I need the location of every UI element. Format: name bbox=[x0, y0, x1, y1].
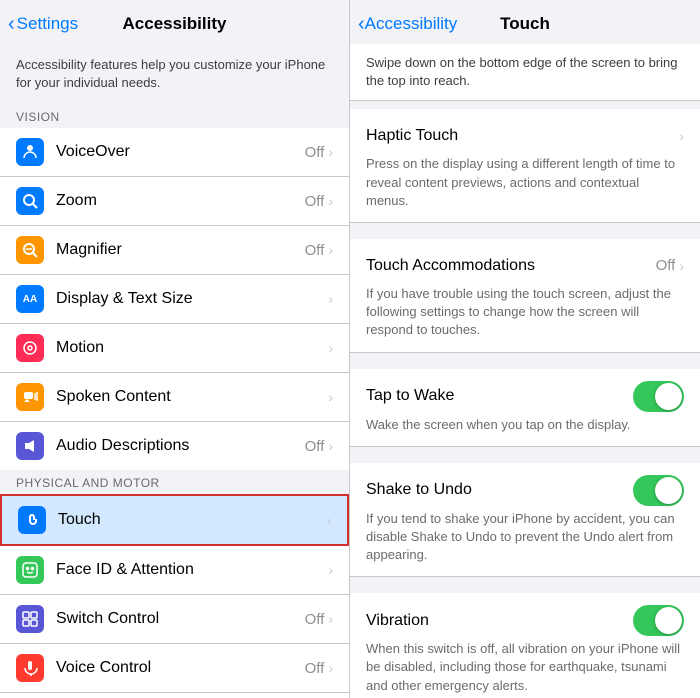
touch-chevron-icon: › bbox=[326, 512, 331, 528]
list-item-magnifier[interactable]: Magnifier Off › bbox=[0, 226, 349, 275]
audio-value: Off bbox=[305, 438, 325, 455]
voiceover-icon bbox=[16, 138, 44, 166]
touch-accommodations-chevron-icon: › bbox=[679, 258, 684, 274]
voiceover-label: VoiceOver bbox=[56, 143, 130, 161]
tap-to-wake-toggle[interactable] bbox=[633, 381, 684, 412]
right-top-description: Swipe down on the bottom edge of the scr… bbox=[350, 44, 700, 101]
left-back-chevron-icon: ‹ bbox=[8, 13, 15, 36]
switch-chevron-icon: › bbox=[328, 611, 333, 627]
voiceover-chevron-icon: › bbox=[328, 144, 333, 160]
haptic-touch-label: Haptic Touch bbox=[366, 127, 458, 145]
right-panel: ‹ Accessibility Touch Swipe down on the … bbox=[350, 0, 700, 698]
magnifier-icon bbox=[16, 236, 44, 264]
right-gap-1 bbox=[350, 223, 700, 239]
list-item-zoom[interactable]: Zoom Off › bbox=[0, 177, 349, 226]
right-nav-title: Touch bbox=[500, 14, 550, 34]
touch-label: Touch bbox=[58, 511, 101, 529]
left-back-button[interactable]: ‹ Settings bbox=[8, 13, 78, 36]
left-nav-title: Accessibility bbox=[123, 14, 227, 34]
switch-icon bbox=[16, 605, 44, 633]
vibration-label: Vibration bbox=[366, 612, 429, 630]
vibration-desc: When this switch is off, all vibration o… bbox=[366, 640, 684, 695]
magnifier-chevron-icon: › bbox=[328, 242, 333, 258]
motion-chevron-icon: › bbox=[328, 340, 333, 356]
list-item-voiceover[interactable]: VoiceOver Off › bbox=[0, 128, 349, 177]
right-item-shake-to-undo[interactable]: Shake to Undo If you tend to shake your … bbox=[350, 463, 700, 578]
right-item-vibration[interactable]: Vibration When this switch is off, all v… bbox=[350, 593, 700, 698]
magnifier-value: Off bbox=[305, 242, 325, 259]
spoken-label: Spoken Content bbox=[56, 388, 171, 406]
right-item-tap-to-wake[interactable]: Tap to Wake Wake the screen when you tap… bbox=[350, 369, 700, 447]
list-item-motion[interactable]: Motion › bbox=[0, 324, 349, 373]
voice-value: Off bbox=[305, 660, 325, 677]
tap-to-wake-label: Tap to Wake bbox=[366, 387, 454, 405]
shake-to-undo-toggle[interactable] bbox=[633, 475, 684, 506]
haptic-touch-chevron-icon: › bbox=[679, 128, 684, 144]
list-item-faceid[interactable]: Face ID & Attention › bbox=[0, 546, 349, 595]
list-item-audio[interactable]: Audio Descriptions Off › bbox=[0, 422, 349, 470]
zoom-chevron-icon: › bbox=[328, 193, 333, 209]
touch-accommodations-label: Touch Accommodations bbox=[366, 257, 535, 275]
right-nav-bar: ‹ Accessibility Touch bbox=[350, 0, 700, 44]
list-item-display[interactable]: AA Display & Text Size › bbox=[0, 275, 349, 324]
zoom-value: Off bbox=[305, 193, 325, 210]
motion-label: Motion bbox=[56, 339, 104, 357]
shake-to-undo-desc: If you tend to shake your iPhone by acci… bbox=[366, 510, 684, 565]
right-back-chevron-icon: ‹ bbox=[358, 13, 365, 36]
magnifier-label: Magnifier bbox=[56, 241, 122, 259]
vision-list: VoiceOver Off › Zoom Off › bbox=[0, 128, 349, 470]
list-item-side[interactable]: Side Button › bbox=[0, 693, 349, 698]
vibration-toggle[interactable] bbox=[633, 605, 684, 636]
physical-list: Touch › Face ID & Attention › Swit bbox=[0, 494, 349, 698]
display-icon: AA bbox=[16, 285, 44, 313]
right-item-touch-accommodations[interactable]: Touch Accommodations Off › If you have t… bbox=[350, 239, 700, 353]
list-item-touch[interactable]: Touch › bbox=[0, 494, 349, 546]
voice-chevron-icon: › bbox=[328, 660, 333, 676]
section-header-physical: PHYSICAL AND MOTOR bbox=[0, 470, 349, 494]
voiceover-value: Off bbox=[305, 144, 325, 161]
zoom-label: Zoom bbox=[56, 192, 97, 210]
switch-label: Switch Control bbox=[56, 610, 159, 628]
right-back-button[interactable]: ‹ Accessibility bbox=[358, 13, 457, 36]
tap-to-wake-desc: Wake the screen when you tap on the disp… bbox=[366, 416, 684, 434]
faceid-label: Face ID & Attention bbox=[56, 561, 194, 579]
spoken-chevron-icon: › bbox=[328, 389, 333, 405]
left-back-label: Settings bbox=[17, 14, 78, 34]
right-item-haptic-touch[interactable]: Haptic Touch › Press on the display usin… bbox=[350, 109, 700, 223]
audio-chevron-icon: › bbox=[328, 438, 333, 454]
zoom-icon bbox=[16, 187, 44, 215]
faceid-icon bbox=[16, 556, 44, 584]
audio-icon bbox=[16, 432, 44, 460]
touch-icon bbox=[18, 506, 46, 534]
touch-accommodations-value: Off bbox=[656, 257, 676, 274]
left-panel: ‹ Settings Accessibility Accessibility f… bbox=[0, 0, 350, 698]
list-item-voice[interactable]: Voice Control Off › bbox=[0, 644, 349, 693]
faceid-chevron-icon: › bbox=[328, 562, 333, 578]
right-gap-0 bbox=[350, 101, 700, 109]
section-header-vision: VISION bbox=[0, 104, 349, 128]
voice-label: Voice Control bbox=[56, 659, 151, 677]
right-back-label: Accessibility bbox=[365, 14, 458, 34]
left-description: Accessibility features help you customiz… bbox=[0, 44, 349, 104]
right-gap-3 bbox=[350, 447, 700, 463]
list-item-switch[interactable]: Switch Control Off › bbox=[0, 595, 349, 644]
display-chevron-icon: › bbox=[328, 291, 333, 307]
audio-label: Audio Descriptions bbox=[56, 437, 189, 455]
left-nav-bar: ‹ Settings Accessibility bbox=[0, 0, 349, 44]
shake-to-undo-label: Shake to Undo bbox=[366, 481, 472, 499]
haptic-touch-desc: Press on the display using a different l… bbox=[366, 155, 684, 210]
right-content: Swipe down on the bottom edge of the scr… bbox=[350, 44, 700, 698]
motion-icon bbox=[16, 334, 44, 362]
display-label: Display & Text Size bbox=[56, 290, 193, 308]
switch-value: Off bbox=[305, 611, 325, 628]
list-item-spoken[interactable]: Spoken Content › bbox=[0, 373, 349, 422]
spoken-icon bbox=[16, 383, 44, 411]
touch-accommodations-desc: If you have trouble using the touch scre… bbox=[366, 285, 684, 340]
right-gap-4 bbox=[350, 577, 700, 593]
right-gap-2 bbox=[350, 353, 700, 369]
voice-icon bbox=[16, 654, 44, 682]
